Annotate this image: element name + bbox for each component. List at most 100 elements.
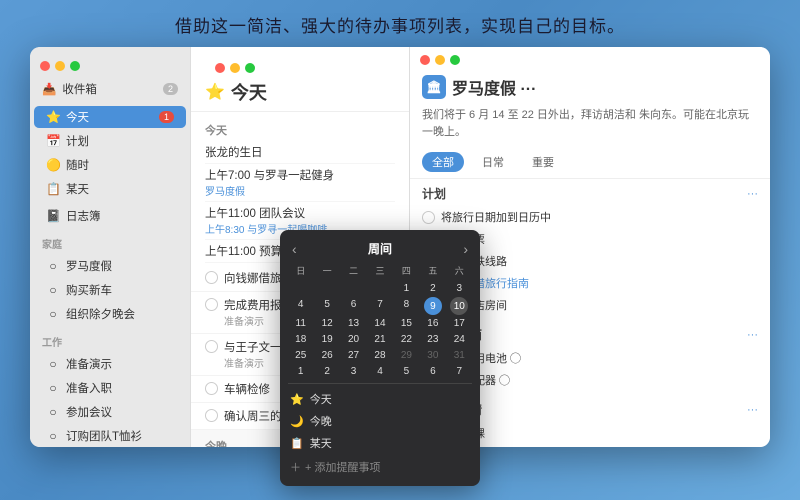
detail-min[interactable] xyxy=(435,55,445,65)
cal-day[interactable]: 5 xyxy=(394,364,419,379)
date-cb[interactable] xyxy=(422,211,435,224)
tab-all[interactable]: 全部 xyxy=(422,152,464,172)
cal-day[interactable]: 30 xyxy=(420,348,445,363)
sidebar-item-car[interactable]: ○ 购买新车 xyxy=(34,279,186,301)
sidebar-item-plan[interactable]: 📅 计划 xyxy=(34,130,186,152)
detail-traffic-lights xyxy=(410,47,770,69)
cal-day[interactable]: 17 xyxy=(447,316,472,331)
sidebar-item-anytime[interactable]: 🟡 随时 xyxy=(34,154,186,176)
today-badge: 1 xyxy=(159,111,174,123)
buy-more[interactable]: ··· xyxy=(747,329,758,341)
event-gym[interactable]: 上午7:00 与罗寻一起健身 罗马度假 xyxy=(205,164,395,202)
sidebar-item-meeting[interactable]: ○ 参加会议 xyxy=(34,401,186,423)
cal-day[interactable]: 1 xyxy=(288,364,313,379)
cal-day[interactable]: 15 xyxy=(394,316,419,331)
cal-day[interactable]: 29 xyxy=(394,348,419,363)
plan-more[interactable]: ··· xyxy=(747,188,758,200)
cal-day[interactable]: 12 xyxy=(314,316,339,331)
meeting-icon: ○ xyxy=(46,405,60,419)
detail-title-text: 罗马度假 ··· xyxy=(452,75,536,99)
cal-day[interactable]: 28 xyxy=(367,348,392,363)
cal-day[interactable]: 21 xyxy=(367,332,392,347)
tl-close[interactable] xyxy=(215,63,225,73)
sidebar: 📥 收件箱 2 ⭐ 今天 1 📅 计划 🟡 随时 📋 某天 📓 日志簿 xyxy=(30,47,190,447)
cal-day[interactable]: 6 xyxy=(341,297,366,315)
cal-day[interactable]: 27 xyxy=(341,348,366,363)
cal-prev[interactable]: ‹ xyxy=(292,241,297,257)
todo-more[interactable]: ··· xyxy=(747,404,758,416)
cal-day[interactable]: 31 xyxy=(447,348,472,363)
cal-day[interactable]: 3 xyxy=(447,281,472,296)
cal-day[interactable]: 20 xyxy=(341,332,366,347)
detail-max[interactable] xyxy=(450,55,460,65)
cal-day[interactable]: 5 xyxy=(314,297,339,315)
sidebar-item-diary[interactable]: 📓 日志簿 xyxy=(34,205,186,227)
sidebar-someday-label: 某天 xyxy=(66,181,89,197)
cal-day[interactable]: 4 xyxy=(367,364,392,379)
cal-next[interactable]: › xyxy=(463,241,468,257)
cal-day[interactable]: 22 xyxy=(394,332,419,347)
task-date-calendar[interactable]: 将旅行日期加到日历中 xyxy=(422,206,758,228)
cal-day[interactable]: 24 xyxy=(447,332,472,347)
cal-day[interactable]: 14 xyxy=(367,316,392,331)
sidebar-item-someday[interactable]: 📋 某天 xyxy=(34,178,186,200)
sidebar-item-party[interactable]: ○ 组织除夕晚会 xyxy=(34,303,186,325)
cal-day[interactable]: 2 xyxy=(420,281,445,296)
cal-day[interactable]: 10 xyxy=(450,297,468,315)
task-traffic-lights xyxy=(205,55,395,79)
cal-day xyxy=(314,281,339,296)
sidebar-item-rome[interactable]: ○ 罗马度假 xyxy=(34,255,186,277)
minimize-button[interactable] xyxy=(55,61,65,71)
task-list-header: ⭐ 今天 xyxy=(191,47,409,112)
tl-max[interactable] xyxy=(245,63,255,73)
cal-day[interactable]: 7 xyxy=(447,364,472,379)
cal-day[interactable]: 11 xyxy=(288,316,313,331)
plan-icon: 📅 xyxy=(46,134,60,148)
tab-daily[interactable]: 日常 xyxy=(472,152,514,172)
date-text: 将旅行日期加到日历中 xyxy=(441,209,551,225)
cal-day[interactable]: 19 xyxy=(314,332,339,347)
sidebar-item-tshirt[interactable]: ○ 订购团队T恤衫 xyxy=(34,425,186,447)
cal-day[interactable]: 4 xyxy=(288,297,313,315)
cal-day[interactable]: 18 xyxy=(288,332,313,347)
anytime-icon: 🟡 xyxy=(46,158,60,172)
cal-someday-row[interactable]: 📋 某天 xyxy=(288,432,472,454)
cal-day[interactable]: 7 xyxy=(367,297,392,315)
traffic-lights xyxy=(30,53,190,77)
call-checkbox[interactable] xyxy=(205,409,218,422)
cal-day[interactable]: 3 xyxy=(341,364,366,379)
cal-day[interactable]: 8 xyxy=(394,297,419,315)
task-list-title: ⭐ 今天 xyxy=(205,79,395,105)
sidebar-item-today[interactable]: ⭐ 今天 1 xyxy=(34,106,186,128)
close-button[interactable] xyxy=(40,61,50,71)
cal-tonight-row[interactable]: 🌙 今晚 xyxy=(288,410,472,432)
cal-day[interactable]: 1 xyxy=(394,281,419,296)
cal-day[interactable]: 16 xyxy=(420,316,445,331)
maximize-button[interactable] xyxy=(70,61,80,71)
cal-nav-items: ⭐ 今天 🌙 今晚 📋 某天 xyxy=(288,383,472,454)
cal-day[interactable]: 13 xyxy=(341,316,366,331)
cal-day[interactable]: 6 xyxy=(420,364,445,379)
guide-checkbox[interactable] xyxy=(205,271,218,284)
cal-today-row[interactable]: ⭐ 今天 xyxy=(288,388,472,410)
cal-day[interactable]: 2 xyxy=(314,364,339,379)
sidebar-item-presentation[interactable]: ○ 准备演示 xyxy=(34,353,186,375)
cal-day[interactable]: 25 xyxy=(288,348,313,363)
cal-day[interactable]: 9 xyxy=(424,297,442,315)
detail-close[interactable] xyxy=(420,55,430,65)
expense-checkbox[interactable] xyxy=(205,298,218,311)
verify-checkbox[interactable] xyxy=(205,340,218,353)
calendar-popup: ‹ 周间 › 日 一 二 三 四 五 六 1234567891011121314… xyxy=(280,230,480,486)
cal-add-button[interactable]: ＋ + 添加提醒事项 xyxy=(288,456,472,478)
cal-day[interactable]: 26 xyxy=(314,348,339,363)
car-checkbox[interactable] xyxy=(205,382,218,395)
today-title: 今天 xyxy=(231,79,267,105)
sidebar-header: 📥 收件箱 2 xyxy=(30,47,190,105)
inbox-item[interactable]: 📥 收件箱 2 xyxy=(30,77,190,101)
sidebar-item-onboard[interactable]: ○ 准备入职 xyxy=(34,377,186,399)
cal-day[interactable]: 23 xyxy=(420,332,445,347)
tl-min[interactable] xyxy=(230,63,240,73)
event-birthday[interactable]: 张龙的生日 xyxy=(205,141,395,164)
tab-important[interactable]: 重要 xyxy=(522,152,564,172)
cal-title: 周间 xyxy=(368,240,392,257)
